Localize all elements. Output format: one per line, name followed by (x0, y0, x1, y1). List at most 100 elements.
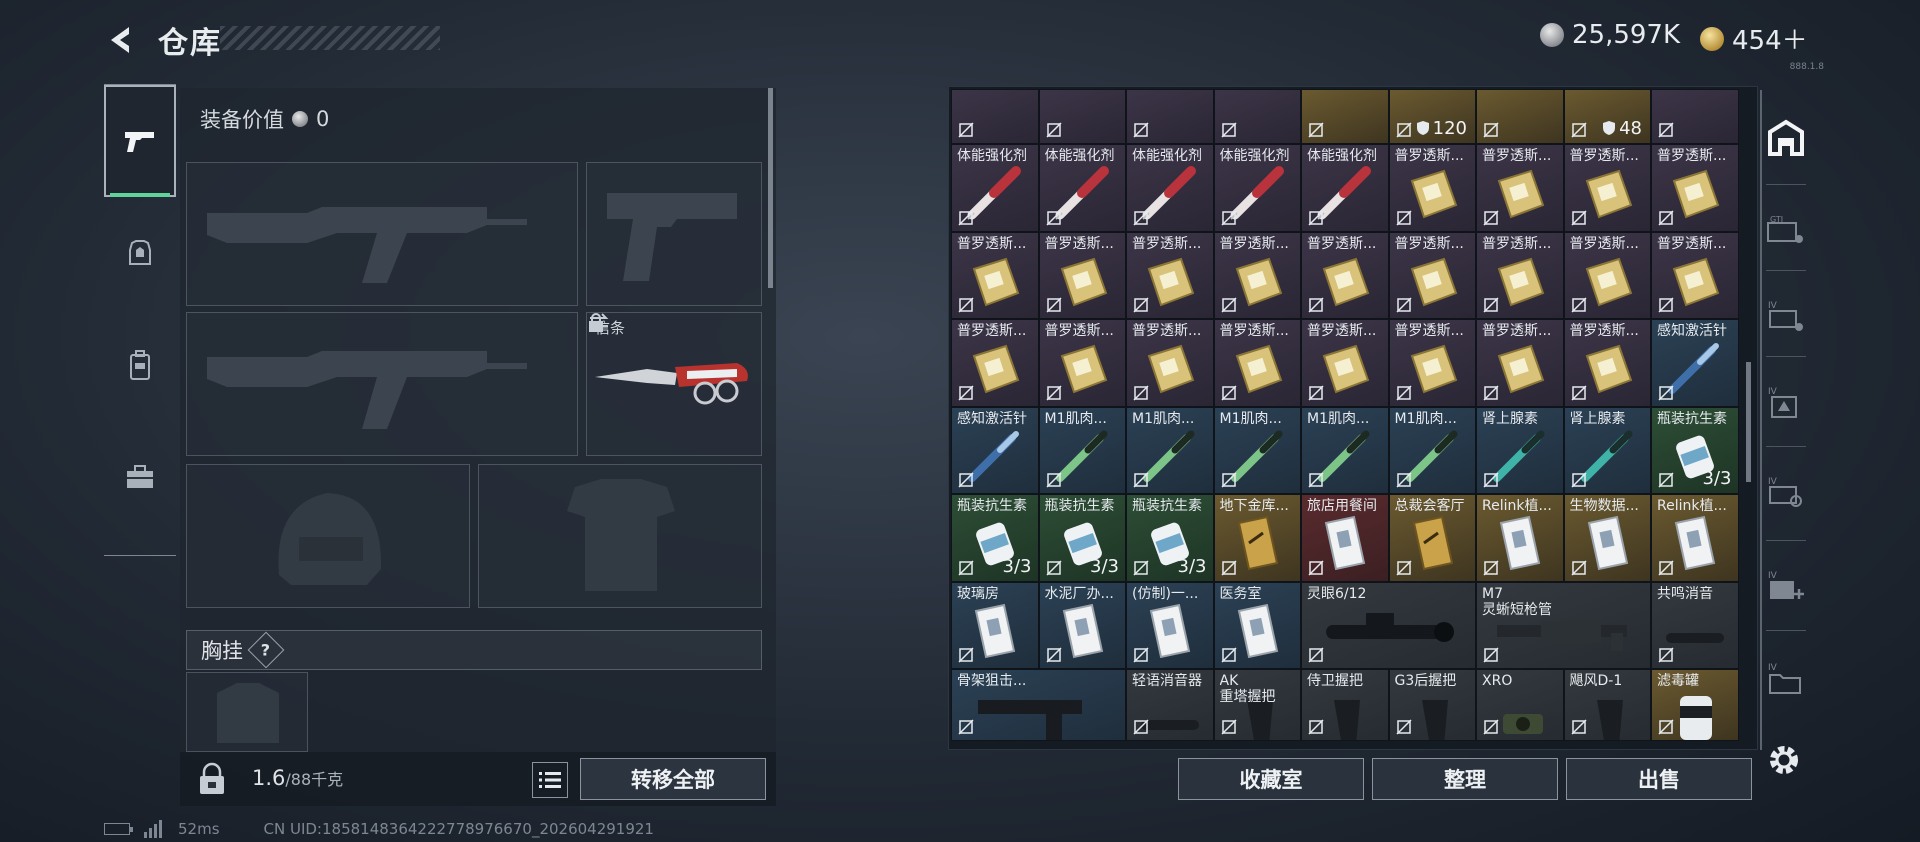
tab-weapons[interactable] (104, 85, 176, 197)
inventory-item[interactable]: 体能强化剂 (1126, 144, 1214, 232)
inventory-item[interactable]: M1肌肉... (1213, 406, 1301, 494)
grid-scrollbar[interactable] (1746, 362, 1751, 482)
inventory-item[interactable]: Relink植... (1476, 494, 1564, 582)
inventory-item[interactable]: 水泥厂办... (1038, 581, 1126, 669)
pistol-slot[interactable] (586, 162, 762, 306)
item-count: 3/3 (1002, 555, 1032, 577)
inventory-item[interactable]: 普罗透斯... (1213, 319, 1301, 407)
stash-tab-gti[interactable]: GTI (1762, 190, 1810, 270)
inventory-item[interactable]: 肾上腺素 (1563, 406, 1651, 494)
inventory-item[interactable]: 瓶装抗生素 3/3 (1651, 406, 1739, 494)
inventory-item[interactable]: 瓶装抗生素 3/3 (1126, 494, 1214, 582)
inventory-item[interactable]: 旅店用餐间 (1301, 494, 1389, 582)
stash-tab-main[interactable] (1762, 98, 1810, 178)
inventory-item[interactable]: 普罗透斯... (1038, 231, 1126, 319)
collection-room-button[interactable]: 收藏室 (1178, 758, 1364, 800)
inventory-item[interactable] (1651, 89, 1739, 144)
inventory-item[interactable]: 瓶装抗生素 3/3 (1038, 494, 1126, 582)
inventory-item[interactable]: M1肌肉... (1301, 406, 1389, 494)
inventory-item[interactable]: (仿制)一... (1126, 581, 1214, 669)
help-icon[interactable]: ? (247, 631, 285, 669)
inventory-item[interactable]: 体能强化剂 (1038, 144, 1126, 232)
inventory-item[interactable] (1213, 89, 1301, 144)
inventory-item[interactable]: 普罗透斯... (1563, 319, 1651, 407)
inventory-item[interactable]: M1肌肉... (1038, 406, 1126, 494)
inventory-item[interactable]: 体能强化剂 (951, 144, 1039, 232)
inventory-item[interactable]: 瓶装抗生素 3/3 (951, 494, 1039, 582)
inventory-item[interactable] (1038, 89, 1126, 144)
inventory-item[interactable]: 48 (1563, 89, 1651, 144)
melee-slot[interactable]: 信条 (586, 312, 762, 456)
inventory-item[interactable]: 玻璃房 (951, 581, 1039, 669)
inventory-item[interactable]: 普罗透斯... (1126, 319, 1214, 407)
currency-secondary[interactable]: 454＋ (1700, 20, 1808, 57)
inventory-item[interactable]: 感知激活针 (1651, 319, 1739, 407)
inventory-item[interactable]: Relink植... (1651, 494, 1739, 582)
inventory-item[interactable]: M1肌肉... (1126, 406, 1214, 494)
inventory-item[interactable] (951, 89, 1039, 144)
inventory-item[interactable]: 普罗透斯... (1038, 319, 1126, 407)
inventory-item[interactable]: 普罗透斯... (1388, 231, 1476, 319)
inventory-item[interactable]: 普罗透斯... (1476, 231, 1564, 319)
inventory-item[interactable]: 普罗透斯... (1651, 231, 1739, 319)
inventory-item[interactable]: 滤毒罐 (1651, 669, 1739, 741)
inventory-item[interactable]: XRO (1476, 669, 1564, 741)
inventory-item[interactable]: 普罗透斯... (1126, 231, 1214, 319)
inventory-item[interactable]: 总裁会客厅 (1388, 494, 1476, 582)
inventory-item[interactable]: G3后握把 (1388, 669, 1476, 741)
inventory-item[interactable]: 120 (1388, 89, 1476, 144)
inventory-item[interactable]: 普罗透斯... (951, 231, 1039, 319)
sort-button[interactable]: 整理 (1372, 758, 1558, 800)
inventory-item[interactable]: 普罗透斯... (1388, 144, 1476, 232)
scrollbar[interactable] (768, 88, 773, 288)
back-button[interactable] (100, 20, 140, 60)
body-armor-slot[interactable] (478, 464, 762, 608)
inventory-item[interactable]: 感知激活针 (951, 406, 1039, 494)
inventory-item[interactable]: 普罗透斯... (1651, 144, 1739, 232)
inventory-item[interactable]: 飓风D-1 (1563, 669, 1651, 741)
stash-tab-iv-1[interactable]: IV (1762, 276, 1810, 356)
inventory-item[interactable]: 普罗透斯... (1563, 231, 1651, 319)
chest-rig-slot[interactable] (186, 672, 308, 752)
inventory-item[interactable]: 普罗透斯... (1301, 319, 1389, 407)
no-insure-icon (1483, 122, 1499, 138)
inventory-item[interactable]: 普罗透斯... (1301, 231, 1389, 319)
stash-tab-iv-add[interactable]: IV (1762, 546, 1810, 626)
inventory-item[interactable]: AK 重塔握把 (1213, 669, 1301, 741)
stash-tab-iv-3[interactable]: IV (1762, 452, 1810, 532)
list-view-button[interactable] (532, 762, 568, 798)
inventory-item[interactable] (1476, 89, 1564, 144)
inventory-item[interactable] (1126, 89, 1214, 144)
inventory-item[interactable]: 普罗透斯... (1476, 319, 1564, 407)
inventory-item[interactable]: 侍卫握把 (1301, 669, 1389, 741)
inventory-item[interactable]: 灵眼6/12 (1301, 581, 1476, 669)
inventory-item[interactable]: 共鸣消音 (1651, 581, 1739, 669)
inventory-item[interactable]: 普罗透斯... (1213, 231, 1301, 319)
settings-gear-icon[interactable] (1766, 742, 1802, 778)
inventory-item[interactable]: 普罗透斯... (1388, 319, 1476, 407)
transfer-all-button[interactable]: 转移全部 (580, 758, 766, 800)
inventory-item[interactable]: 体能强化剂 (1301, 144, 1389, 232)
stash-tab-iv-2[interactable]: IV (1762, 362, 1810, 442)
inventory-item[interactable]: 地下金库... (1213, 494, 1301, 582)
inventory-item[interactable]: M1肌肉... (1388, 406, 1476, 494)
inventory-item[interactable]: 普罗透斯... (1563, 144, 1651, 232)
inventory-item[interactable]: 生物数据... (1563, 494, 1651, 582)
inventory-item[interactable]: 体能强化剂 (1213, 144, 1301, 232)
stash-tab-iv-folder[interactable]: IV (1762, 638, 1810, 718)
primary-weapon-slot[interactable] (186, 162, 578, 306)
sell-button[interactable]: 出售 (1566, 758, 1752, 800)
inventory-item[interactable]: 普罗透斯... (951, 319, 1039, 407)
tab-armor[interactable] (104, 197, 176, 309)
inventory-item[interactable]: 骨架狙击... (951, 669, 1126, 741)
inventory-item[interactable]: 肾上腺素 (1476, 406, 1564, 494)
inventory-item[interactable]: 普罗透斯... (1476, 144, 1564, 232)
tab-case[interactable] (104, 421, 176, 533)
tab-backpack[interactable] (104, 309, 176, 421)
secondary-weapon-slot[interactable] (186, 312, 578, 456)
inventory-item[interactable]: M7 灵蜥短枪管 (1476, 581, 1651, 669)
helmet-slot[interactable] (186, 464, 470, 608)
inventory-item[interactable]: 医务室 (1213, 581, 1301, 669)
inventory-item[interactable]: 轻语消音器 (1126, 669, 1214, 741)
inventory-item[interactable] (1301, 89, 1389, 144)
